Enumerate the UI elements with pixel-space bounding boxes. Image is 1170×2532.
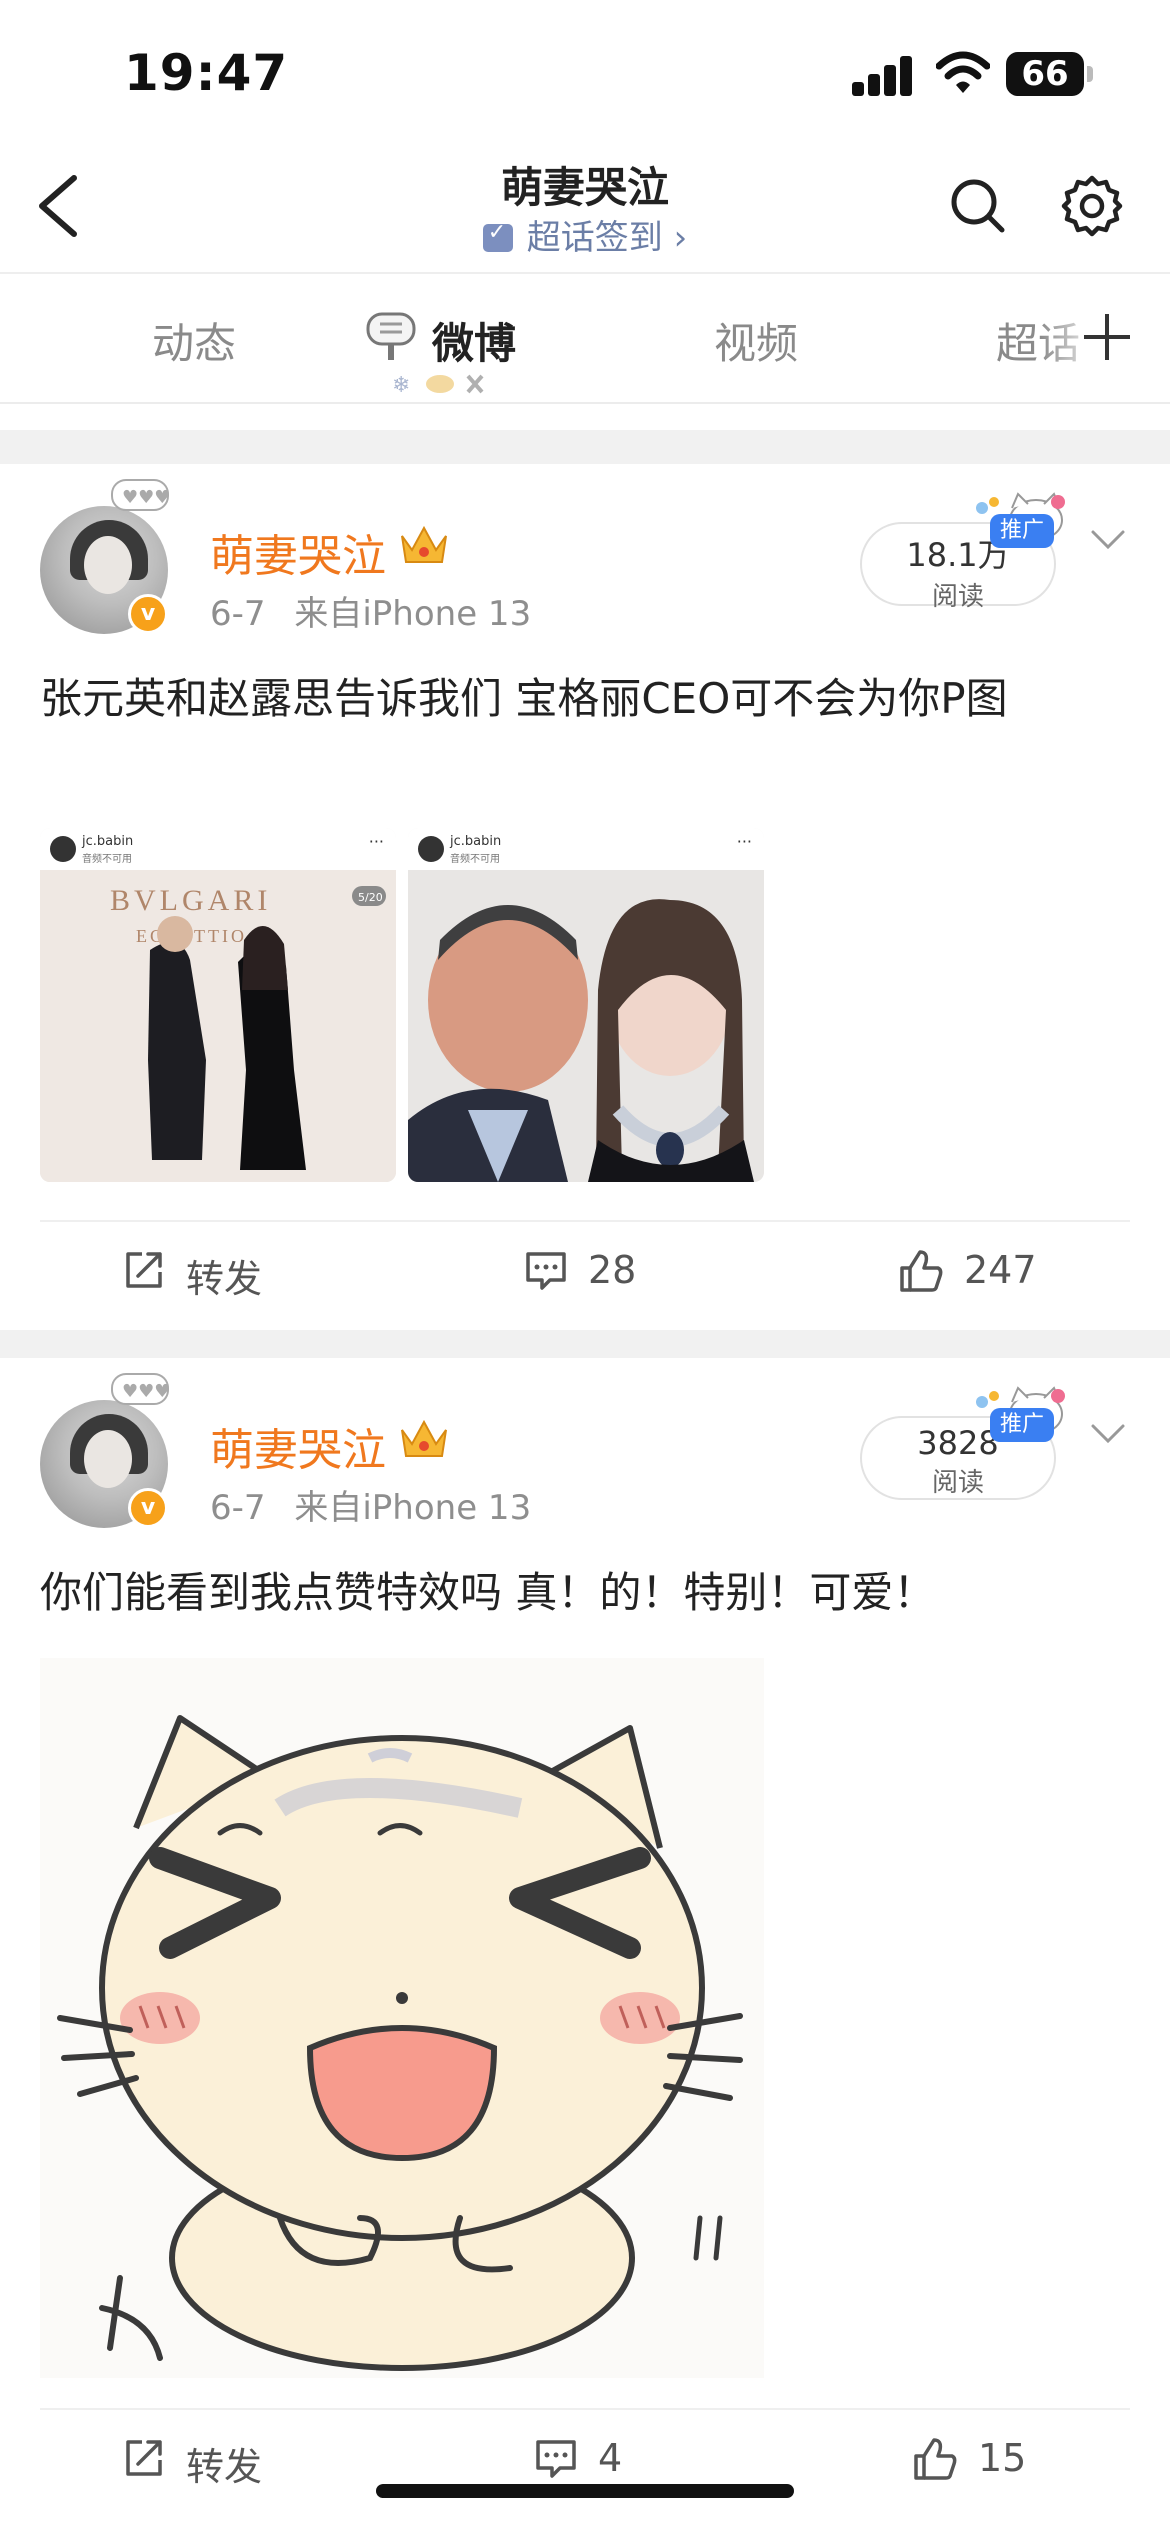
- post-date: 6-7: [210, 1488, 266, 1528]
- status-time: 19:47: [124, 44, 289, 102]
- post-card[interactable]: ♥♥♥ v 萌妻哭泣 6-7 来自iPhone 13 3828 阅读 推广 你们…: [0, 1358, 1170, 2532]
- post-action-bar: 转发 28 247: [0, 1220, 1170, 1320]
- promo-badge: 推广: [990, 1408, 1055, 1442]
- heart-bubble-icon: ♥♥♥: [111, 1373, 170, 1405]
- section-gap: [0, 430, 1170, 464]
- decorative-icons: ❄: [392, 373, 484, 398]
- like-button[interactable]: 15: [912, 2432, 1072, 2492]
- comment-icon: [526, 1252, 566, 1290]
- gear-icon[interactable]: [1060, 174, 1124, 238]
- post-text: 张元英和赵露思告诉我们 宝格丽CEO可不会为你P图: [40, 674, 1008, 723]
- post-image-2[interactable]: jc.babin 音频不可用 ···: [408, 828, 764, 1182]
- repost-icon: [126, 1252, 162, 1288]
- svg-text:♥♥♥: ♥♥♥: [122, 1381, 170, 1402]
- post-source: 来自iPhone 13: [294, 1488, 532, 1528]
- repost-button[interactable]: 转发: [122, 1244, 282, 1304]
- chevron-down-icon[interactable]: [1090, 1422, 1126, 1446]
- comment-button[interactable]: 28: [524, 1244, 684, 1304]
- heart-bubble-icon: ♥♥♥: [111, 479, 170, 511]
- chevron-down-icon[interactable]: [1090, 528, 1126, 552]
- post-image-cat-sticker[interactable]: [40, 1658, 764, 2378]
- chevron-right-icon: ›: [673, 218, 688, 258]
- like-count: 247: [964, 1248, 1037, 1292]
- crown-icon: [401, 525, 447, 563]
- tab-feed[interactable]: 动态: [152, 310, 236, 371]
- read-label: 阅读: [931, 582, 984, 612]
- crown-icon: [401, 1419, 447, 1457]
- svg-text:BVLGARI: BVLGARI: [110, 884, 271, 917]
- promo-badge: 推广: [990, 514, 1055, 548]
- like-count: 15: [978, 2436, 1027, 2480]
- comment-count: 4: [598, 2436, 623, 2480]
- tab-video[interactable]: 视频: [714, 310, 798, 371]
- read-label: 阅读: [931, 1468, 984, 1498]
- post-meta: 6-7 来自iPhone 13: [210, 1480, 531, 1529]
- tab-bar: 动态 微博 ❄ 视频 超话: [0, 274, 1170, 402]
- comment-button[interactable]: 4: [534, 2432, 694, 2492]
- status-bar: 19:47 66: [0, 0, 1170, 150]
- verified-icon: v: [128, 594, 168, 634]
- svg-text:❄: ❄: [392, 373, 410, 398]
- calendar-check-icon: [482, 220, 513, 252]
- mailbox-icon: [366, 312, 416, 360]
- comment-icon: [536, 2440, 576, 2478]
- photo-selfie: [408, 870, 764, 1182]
- photo-event: BVLGARI ECCETTIO 5/20: [40, 870, 396, 1182]
- repost-label: 转发: [186, 2445, 263, 2489]
- post-meta: 6-7 来自iPhone 13: [210, 586, 531, 635]
- post-date: 6-7: [210, 594, 266, 634]
- home-indicator[interactable]: [376, 2484, 794, 2498]
- svg-text:5/20: 5/20: [358, 891, 383, 904]
- svg-text:♥♥♥: ♥♥♥: [122, 487, 170, 508]
- image-header: jc.babin 音频不可用 ···: [40, 828, 396, 870]
- post-source: 来自iPhone 13: [294, 594, 532, 634]
- username[interactable]: 萌妻哭泣: [210, 1414, 386, 1478]
- repost-button[interactable]: 转发: [122, 2432, 282, 2492]
- repost-icon: [126, 2440, 162, 2476]
- wifi-icon: [936, 51, 990, 93]
- divider: [0, 402, 1170, 404]
- like-icon: [914, 2438, 957, 2480]
- post-text: 你们能看到我点赞特效吗 真！的！特别！可爱！: [40, 1568, 936, 1617]
- like-icon: [900, 1250, 943, 1292]
- battery-icon: 66: [1006, 52, 1093, 96]
- verified-icon: v: [128, 1488, 168, 1528]
- image-header: jc.babin 音频不可用 ···: [408, 828, 764, 870]
- username[interactable]: 萌妻哭泣: [210, 520, 386, 584]
- checkin-label: 超话签到: [526, 218, 663, 258]
- post-image-1[interactable]: jc.babin 音频不可用 ··· BVLGARI ECCETTIO 5/20: [40, 828, 396, 1182]
- comment-count: 28: [588, 1248, 637, 1292]
- nav-header: 萌妻哭泣 超话签到 ›: [0, 150, 1170, 270]
- tab-weibo[interactable]: 微博: [432, 310, 516, 371]
- cellular-signal-icon: [852, 56, 914, 96]
- section-gap: [0, 1330, 1170, 1358]
- repost-label: 转发: [186, 1257, 263, 1301]
- like-button[interactable]: 247: [898, 1244, 1058, 1304]
- search-icon[interactable]: [948, 176, 1008, 236]
- plus-icon[interactable]: [1080, 310, 1134, 364]
- post-card[interactable]: ♥♥♥ v 萌妻哭泣 6-7 来自iPhone 13 18.1万 阅读 推广 张…: [0, 464, 1170, 1330]
